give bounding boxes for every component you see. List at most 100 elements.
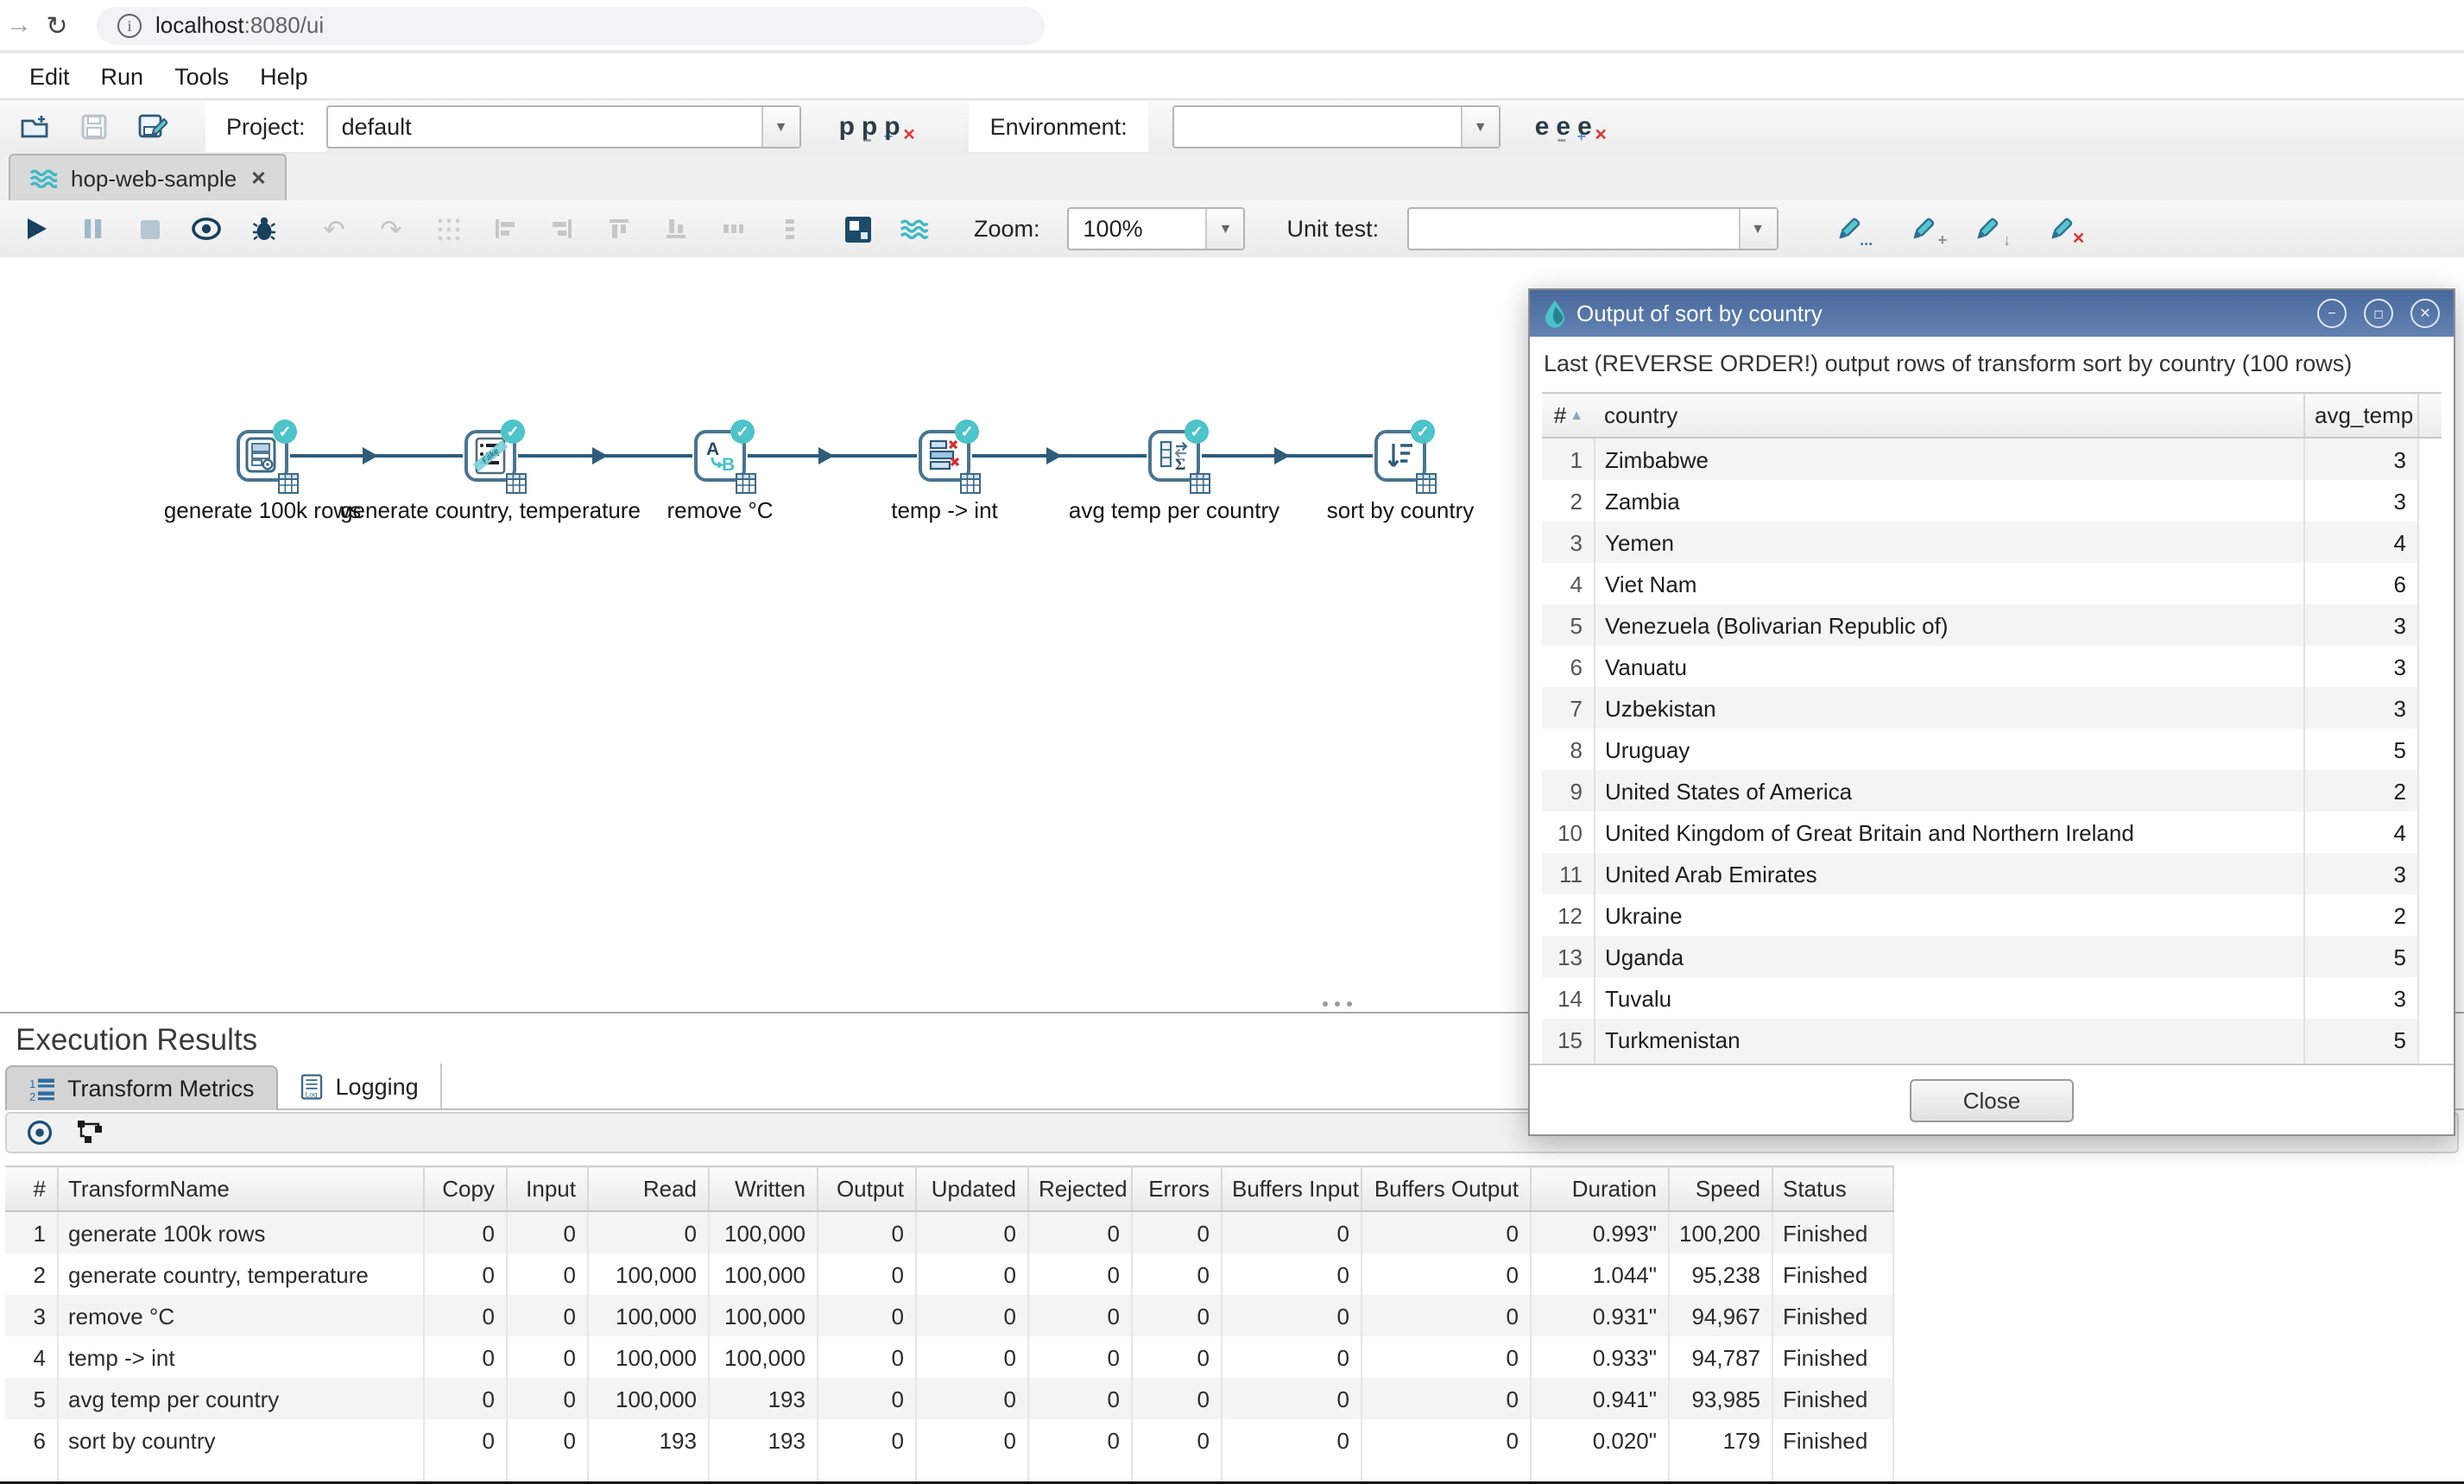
preview-row[interactable]: 14Tuvalu3	[1542, 977, 2442, 1019]
col-status[interactable]: Status	[1772, 1166, 1892, 1211]
unit-test-dropdown-icon[interactable]: ▼	[1738, 209, 1776, 249]
project-edit-button[interactable]: p...	[836, 112, 858, 142]
col-speed[interactable]: Speed	[1668, 1166, 1772, 1211]
menu-tools[interactable]: Tools	[159, 63, 244, 89]
unit-test-detach-pencil-icon[interactable]: ↓	[1971, 214, 2000, 243]
undo-icon[interactable]: ↶	[319, 214, 349, 243]
metrics-row[interactable]: 3remove °C00100,000100,0000000000.931"94…	[5, 1295, 1892, 1336]
close-button[interactable]: Close	[1910, 1078, 2075, 1121]
environment-delete-button[interactable]: e✕	[1574, 112, 1595, 142]
metrics-row[interactable]: 1generate 100k rows000100,0000000000.993…	[5, 1211, 1892, 1254]
run-icon[interactable]	[21, 214, 50, 243]
browser-reload-icon[interactable]: ↻	[38, 9, 76, 41]
col-transformname[interactable]: TransformName	[57, 1166, 423, 1211]
project-add-button[interactable]: p+	[858, 112, 881, 142]
preview-row[interactable]: 5Venezuela (Bolivarian Republic of)3	[1542, 604, 2442, 646]
dialog-titlebar[interactable]: Output of sort by country − ◻ ✕	[1530, 290, 2454, 337]
transform-generate-country-temperature[interactable]: Fake ✓	[464, 430, 516, 482]
pipeline-waves-icon[interactable]	[900, 214, 929, 243]
col-updated[interactable]: Updated	[915, 1166, 1027, 1211]
save-file-icon[interactable]	[76, 109, 112, 145]
preview-row[interactable]: 11United Arab Emirates3	[1542, 853, 2442, 894]
col--[interactable]: #	[5, 1166, 57, 1211]
project-select[interactable]: default ▼	[326, 105, 801, 148]
tab-logging[interactable]: Log Logging	[279, 1064, 443, 1108]
close-icon[interactable]: ✕	[2410, 299, 2440, 328]
unit-test-add-pencil-icon[interactable]: +	[1907, 214, 1936, 243]
preview-data-badge-icon[interactable]	[736, 473, 756, 499]
menu-help[interactable]: Help	[244, 63, 324, 89]
distribute-vertical-icon[interactable]	[775, 214, 805, 243]
col-buffers-input[interactable]: Buffers Input	[1221, 1166, 1361, 1211]
align-bottom-icon[interactable]	[661, 214, 691, 243]
col-country[interactable]: country	[1594, 393, 2303, 438]
col-output[interactable]: Output	[817, 1166, 915, 1211]
pause-icon[interactable]	[78, 214, 107, 243]
align-top-icon[interactable]	[604, 214, 634, 243]
show-hide-inactive-icon[interactable]	[24, 1118, 54, 1147]
stop-icon[interactable]	[135, 214, 164, 243]
transform-temp-to-int[interactable]: ✓	[919, 430, 970, 482]
metrics-row[interactable]: 6sort by country001931930000000.020"179F…	[5, 1419, 1892, 1461]
zoom-select[interactable]: 100% ▼	[1068, 207, 1246, 250]
save-as-icon[interactable]	[135, 109, 171, 145]
preview-row[interactable]: 10United Kingdom of Great Britain and No…	[1542, 811, 2442, 853]
project-delete-button[interactable]: p✕	[881, 112, 903, 142]
col-avg-temp[interactable]: avg_temp	[2303, 393, 2417, 438]
open-file-icon[interactable]	[17, 109, 54, 145]
col-errors[interactable]: Errors	[1131, 1166, 1221, 1211]
transform-avg-temp-per-country[interactable]: Σ ✓	[1148, 430, 1200, 482]
unit-test-delete-pencil-icon[interactable]: ✕	[2045, 214, 2075, 243]
redo-icon[interactable]: ↷	[376, 214, 406, 243]
preview-row[interactable]: 9United States of America2	[1542, 770, 2442, 811]
tab-close-icon[interactable]: ✕	[250, 167, 266, 189]
preview-data-badge-icon[interactable]	[278, 473, 299, 499]
col-row-number[interactable]: #▲	[1542, 393, 1594, 438]
preview-eye-icon[interactable]	[192, 214, 221, 243]
preview-row[interactable]: 3Yemen4	[1542, 521, 2442, 563]
project-dropdown-icon[interactable]: ▼	[761, 107, 799, 147]
show-lineage-tree-icon[interactable]	[74, 1118, 104, 1147]
align-right-icon[interactable]	[547, 214, 577, 243]
col-read[interactable]: Read	[587, 1166, 708, 1211]
tab-hop-web-sample[interactable]: hop-web-sample ✕	[9, 154, 287, 200]
preview-row[interactable]: 7Uzbekistan3	[1542, 687, 2442, 729]
col-copy[interactable]: Copy	[423, 1166, 506, 1211]
unit-test-select[interactable]: ▼	[1406, 207, 1778, 250]
environment-add-button[interactable]: e+	[1552, 112, 1574, 142]
col-buffers-output[interactable]: Buffers Output	[1361, 1166, 1530, 1211]
metrics-row[interactable]: 2generate country, temperature00100,0001…	[5, 1254, 1892, 1295]
preview-row[interactable]: 8Uruguay5	[1542, 729, 2442, 770]
preview-row[interactable]: 1Zimbabwe3	[1542, 438, 2442, 480]
environment-dropdown-icon[interactable]: ▼	[1461, 107, 1499, 147]
address-bar[interactable]: i localhost :8080/ui	[97, 6, 1045, 44]
preview-data-badge-icon[interactable]	[960, 473, 981, 499]
transform-remove-c[interactable]: AB ✓	[694, 430, 746, 482]
preview-data-badge-icon[interactable]	[506, 473, 527, 499]
minimize-icon[interactable]: −	[2317, 299, 2347, 328]
transform-generate-100k-rows[interactable]: ✓	[237, 430, 288, 482]
preview-row[interactable]: 6Vanuatu3	[1542, 646, 2442, 687]
show-execution-results-icon[interactable]	[843, 214, 872, 243]
preview-data-badge-icon[interactable]	[1190, 473, 1210, 499]
zoom-dropdown-icon[interactable]: ▼	[1206, 209, 1244, 249]
align-left-icon[interactable]	[490, 214, 520, 243]
preview-row[interactable]: 2Zambia3	[1542, 480, 2442, 521]
preview-row[interactable]: 12Ukraine2	[1542, 894, 2442, 936]
snap-to-grid-icon[interactable]	[433, 214, 463, 243]
maximize-icon[interactable]: ◻	[2364, 299, 2393, 328]
col-rejected[interactable]: Rejected	[1027, 1166, 1131, 1211]
col-input[interactable]: Input	[506, 1166, 587, 1211]
preview-row[interactable]: 13Uganda5	[1542, 936, 2442, 977]
preview-row[interactable]: 4Viet Nam6	[1542, 563, 2442, 604]
col-duration[interactable]: Duration	[1530, 1166, 1668, 1211]
environment-select[interactable]: ▼	[1172, 105, 1501, 148]
browser-forward-icon[interactable]: →	[0, 10, 38, 40]
unit-test-edit-pencil-icon[interactable]: ...	[1833, 214, 1862, 243]
preview-row[interactable]: 15Turkmenistan5	[1542, 1019, 2442, 1060]
panel-splitter-handle[interactable]	[1323, 1001, 1352, 1007]
debug-bug-icon[interactable]	[249, 214, 278, 243]
menu-edit[interactable]: Edit	[14, 63, 85, 89]
col-written[interactable]: Written	[708, 1166, 817, 1211]
environment-edit-button[interactable]: e...	[1532, 112, 1553, 142]
